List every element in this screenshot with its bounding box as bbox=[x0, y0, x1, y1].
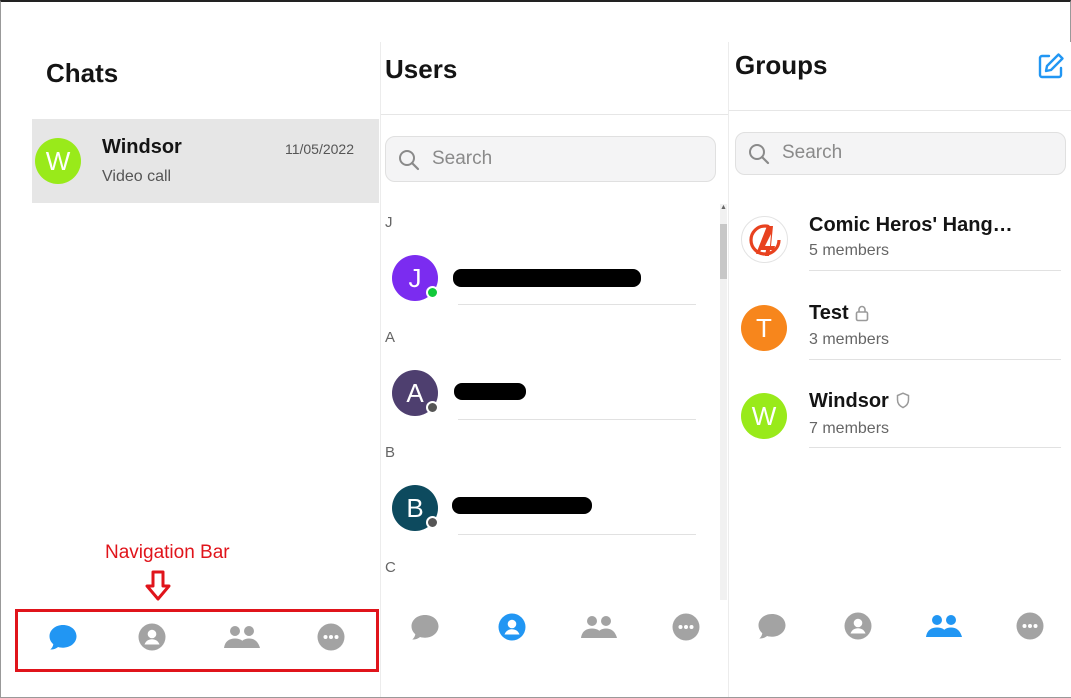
scrollbar-thumb[interactable] bbox=[720, 224, 727, 279]
section-letter-c: C bbox=[385, 559, 396, 576]
offline-indicator bbox=[426, 516, 439, 529]
group-members: 3 members bbox=[809, 331, 890, 348]
offline-indicator bbox=[426, 401, 439, 414]
groups-icon bbox=[926, 615, 962, 637]
annotation-highlight-box bbox=[15, 609, 379, 672]
nav-groups[interactable] bbox=[924, 606, 964, 646]
nav-users[interactable] bbox=[838, 606, 878, 646]
redacted-name bbox=[453, 269, 641, 287]
group-name: Test bbox=[809, 302, 849, 324]
users-panel: Users J J A A B B C bbox=[380, 42, 729, 697]
search-input[interactable] bbox=[432, 145, 652, 173]
users-search[interactable] bbox=[385, 136, 716, 182]
row-divider bbox=[458, 304, 696, 305]
nav-groups[interactable] bbox=[579, 607, 619, 647]
online-indicator bbox=[426, 286, 439, 299]
app-frame: Chats W Windsor Video call 11/05/2022 Us… bbox=[0, 0, 1071, 698]
row-divider bbox=[458, 534, 696, 535]
group-item-comic-heros[interactable]: Comic Heros' Hang… 5 members bbox=[729, 202, 1069, 290]
lock-icon bbox=[855, 305, 869, 322]
nav-users[interactable] bbox=[492, 607, 532, 647]
group-item-windsor[interactable]: W Windsor 7 members bbox=[729, 378, 1069, 466]
chats-panel: Chats W Windsor Video call 11/05/2022 bbox=[1, 2, 380, 697]
arrow-down-icon bbox=[145, 570, 171, 601]
more-icon bbox=[672, 613, 699, 641]
search-icon bbox=[399, 150, 420, 171]
nav-chats[interactable] bbox=[405, 607, 445, 647]
user-row[interactable]: J bbox=[381, 240, 721, 320]
header-divider bbox=[729, 110, 1071, 111]
group-name: Comic Heros' Hang… bbox=[809, 214, 1013, 236]
annotation-label: Navigation Bar bbox=[105, 542, 230, 563]
section-letter-j: J bbox=[385, 214, 393, 231]
groups-panel: Groups Comic Heros' Hang… 5 members T Te… bbox=[728, 42, 1071, 697]
groups-search[interactable] bbox=[735, 132, 1066, 175]
navbar-groups bbox=[729, 591, 1071, 661]
chats-icon bbox=[411, 615, 438, 640]
chat-item-windsor[interactable]: W Windsor Video call 11/05/2022 bbox=[32, 119, 379, 203]
chats-title: Chats bbox=[46, 58, 119, 88]
group-members: 5 members bbox=[809, 242, 890, 259]
section-letter-b: B bbox=[385, 444, 396, 461]
groups-title: Groups bbox=[735, 50, 828, 80]
more-icon bbox=[1016, 612, 1044, 640]
nav-chats[interactable] bbox=[752, 606, 792, 646]
group-members: 7 members bbox=[809, 420, 890, 437]
chat-preview: Video call bbox=[102, 168, 172, 185]
header-divider bbox=[381, 114, 729, 115]
row-divider bbox=[809, 447, 1061, 448]
users-title: Users bbox=[385, 54, 458, 84]
group-name: Windsor bbox=[809, 390, 889, 412]
avatar: W bbox=[35, 138, 81, 184]
redacted-name bbox=[452, 497, 592, 514]
row-divider bbox=[809, 270, 1061, 271]
avengers-logo-icon bbox=[748, 223, 781, 256]
nav-more[interactable] bbox=[1010, 606, 1050, 646]
groups-icon bbox=[580, 616, 617, 638]
avatar: W bbox=[741, 393, 787, 439]
row-divider bbox=[809, 359, 1061, 360]
chat-date: 11/05/2022 bbox=[284, 141, 354, 157]
chats-icon bbox=[758, 614, 786, 639]
avatar: T bbox=[741, 305, 787, 351]
nav-more[interactable] bbox=[666, 607, 706, 647]
edit-icon bbox=[1038, 53, 1064, 79]
avatar bbox=[741, 216, 788, 263]
section-letter-a: A bbox=[385, 329, 396, 346]
user-row[interactable]: A bbox=[381, 355, 721, 435]
search-icon bbox=[749, 144, 770, 165]
row-divider bbox=[458, 419, 696, 420]
user-icon bbox=[844, 612, 872, 640]
user-row[interactable]: B bbox=[381, 470, 721, 550]
chat-name: Windsor bbox=[102, 136, 182, 158]
search-input[interactable] bbox=[782, 139, 1002, 167]
redacted-name bbox=[454, 383, 526, 400]
navbar-users bbox=[381, 592, 729, 662]
compose-button[interactable] bbox=[1037, 52, 1065, 80]
scroll-up-icon[interactable]: ▲ bbox=[720, 204, 727, 211]
users-scrollbar[interactable] bbox=[720, 204, 727, 600]
group-item-test[interactable]: T Test 3 members bbox=[729, 290, 1069, 378]
shield-icon bbox=[896, 392, 910, 409]
user-icon bbox=[498, 613, 525, 641]
